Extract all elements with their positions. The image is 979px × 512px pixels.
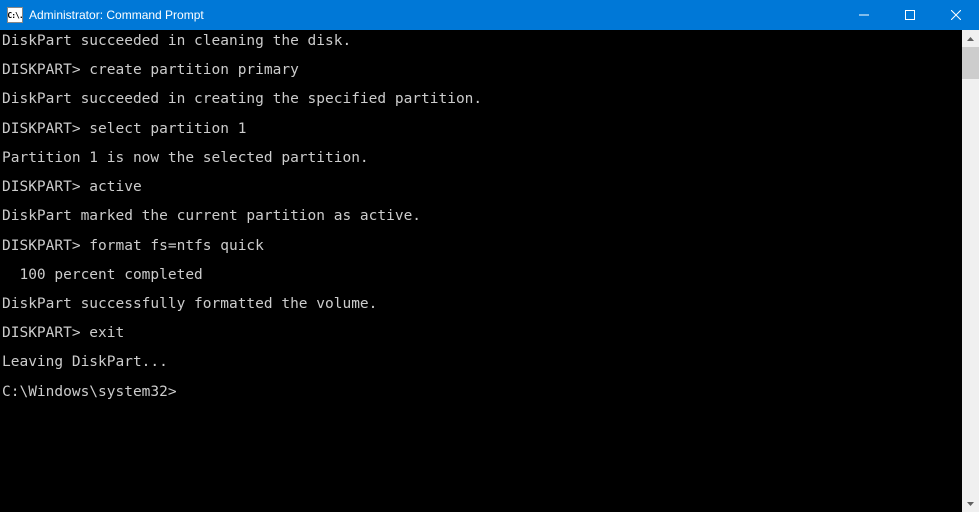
terminal-line: DISKPART> exit: [2, 326, 962, 341]
maximize-button[interactable]: [887, 0, 933, 30]
terminal-line: DiskPart succeeded in cleaning the disk.: [2, 34, 962, 49]
close-icon: [951, 10, 961, 20]
terminal-line: DISKPART> create partition primary: [2, 63, 962, 78]
terminal-line: DiskPart marked the current partition as…: [2, 209, 962, 224]
vertical-scrollbar[interactable]: [962, 30, 979, 512]
chevron-up-icon: [967, 37, 974, 41]
window-title: Administrator: Command Prompt: [29, 8, 841, 22]
terminal-line: DiskPart succeeded in creating the speci…: [2, 92, 962, 107]
close-button[interactable]: [933, 0, 979, 30]
scroll-thumb[interactable]: [962, 47, 979, 79]
cmd-icon: C:\.: [7, 7, 23, 23]
terminal-area: DiskPart succeeded in cleaning the disk.…: [0, 30, 979, 512]
scroll-track[interactable]: [962, 47, 979, 495]
terminal-line: DISKPART> format fs=ntfs quick: [2, 239, 962, 254]
window-titlebar: C:\. Administrator: Command Prompt: [0, 0, 979, 30]
terminal-line: Partition 1 is now the selected partitio…: [2, 151, 962, 166]
scroll-up-button[interactable]: [962, 30, 979, 47]
terminal-line: Leaving DiskPart...: [2, 355, 962, 370]
terminal-output[interactable]: DiskPart succeeded in cleaning the disk.…: [0, 30, 962, 512]
terminal-line: 100 percent completed: [2, 268, 962, 283]
terminal-line: DiskPart successfully formatted the volu…: [2, 297, 962, 312]
minimize-button[interactable]: [841, 0, 887, 30]
maximize-icon: [905, 10, 915, 20]
minimize-icon: [859, 10, 869, 20]
window-controls: [841, 0, 979, 30]
terminal-line: DISKPART> active: [2, 180, 962, 195]
scroll-down-button[interactable]: [962, 495, 979, 512]
chevron-down-icon: [967, 502, 974, 506]
terminal-line: C:\Windows\system32>: [2, 385, 962, 400]
terminal-line: DISKPART> select partition 1: [2, 122, 962, 137]
